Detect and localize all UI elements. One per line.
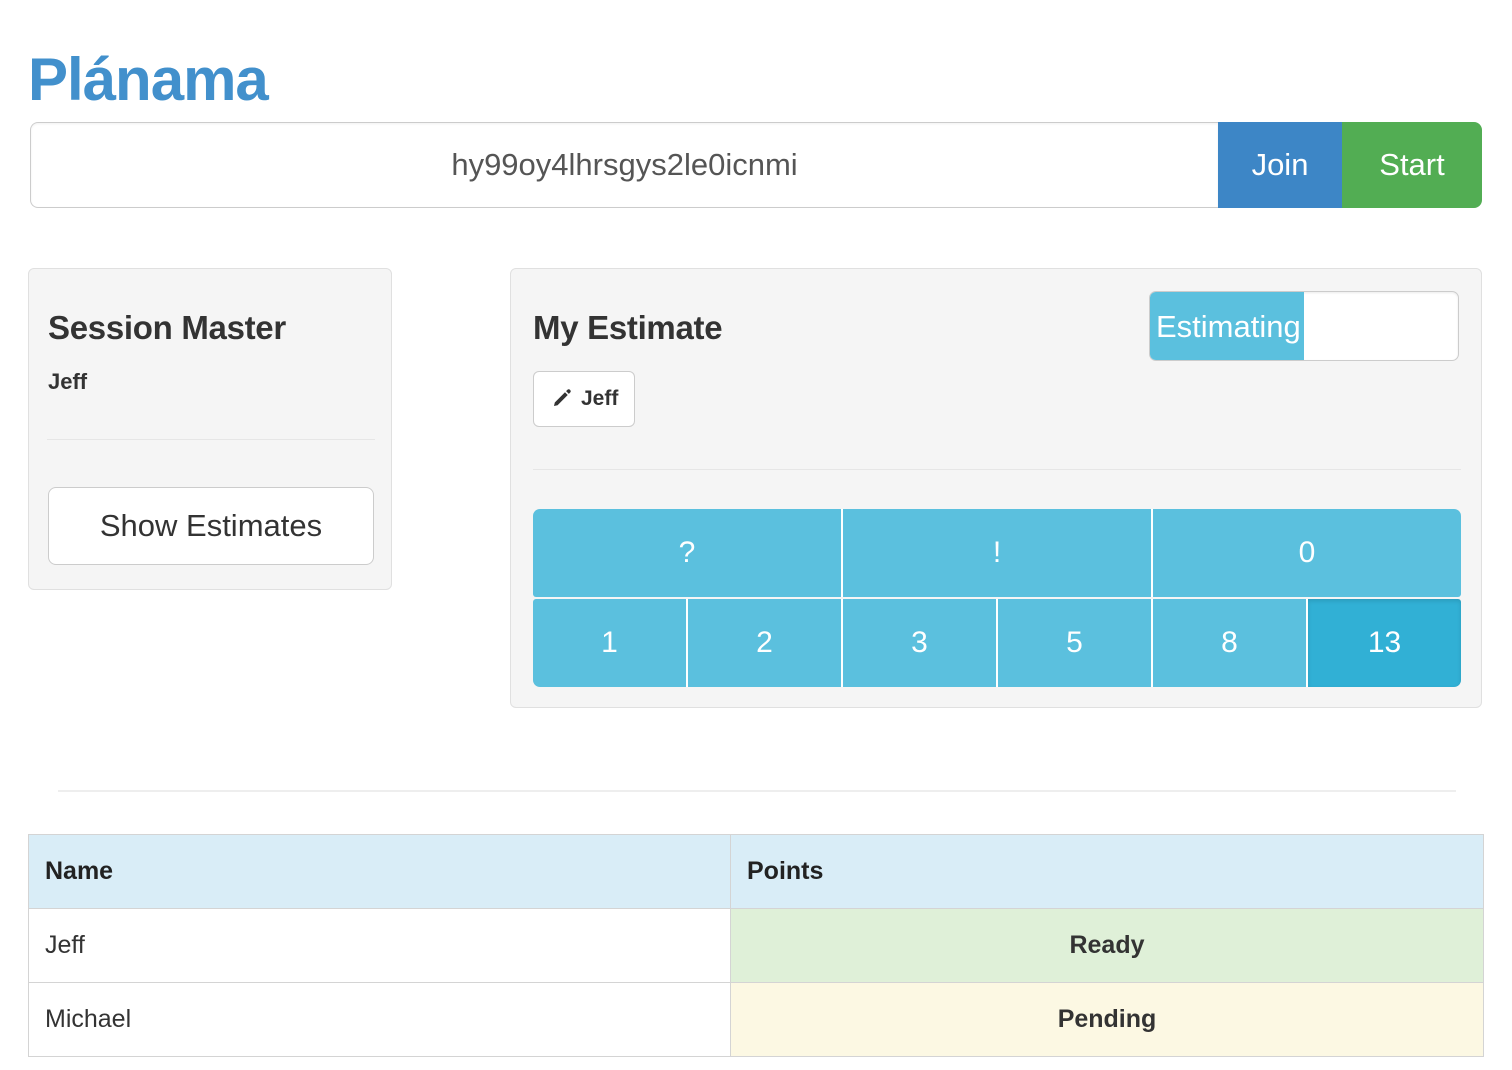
my-estimate-panel: My Estimate Jeff Estimating ?! 0 1 2 3 5 8 13 (510, 268, 1482, 708)
estimate-card-row-1: ?! 0 (533, 509, 1461, 597)
join-button[interactable]: Join (1218, 122, 1342, 208)
roster-table-body: Jeff Ready Michael Pending (28, 908, 1484, 1057)
cell-participant-name: Michael (28, 982, 731, 1057)
estimate-card-5[interactable]: 5 (998, 599, 1153, 687)
section-divider (58, 790, 1456, 792)
estimate-card-?[interactable]: ? (533, 509, 843, 597)
estimate-card-row-2: 1 2 3 5 8 13 (533, 599, 1461, 687)
table-row: Jeff Ready (28, 908, 1484, 983)
column-header-points: Points (730, 834, 1484, 909)
roster-table-wrapper: Name Points Jeff Ready Michael Pending (28, 834, 1484, 1057)
table-row: Michael Pending (28, 982, 1484, 1057)
session-master-panel: Session Master Jeff Show Estimates (28, 268, 392, 590)
table-header-row: Name Points (28, 834, 1484, 909)
session-id-input[interactable] (30, 122, 1218, 208)
status-progress-bar: Estimating (1149, 291, 1459, 361)
cell-participant-points: Ready (730, 908, 1484, 983)
app-root: Plánama Join Start Session Master Jeff S… (0, 0, 1512, 1070)
cell-participant-name: Jeff (28, 908, 731, 983)
estimate-card-3[interactable]: 3 (843, 599, 998, 687)
divider (47, 439, 375, 440)
my-estimate-heading: My Estimate (533, 309, 723, 346)
session-input-group: Join Start (30, 122, 1482, 208)
estimate-cards: ?! 0 1 2 3 5 8 13 (533, 509, 1461, 687)
status-badge: Estimating (1156, 308, 1301, 344)
estimate-card-13[interactable]: 13 (1308, 599, 1461, 687)
start-button[interactable]: Start (1342, 122, 1482, 208)
session-master-name: Jeff (48, 369, 88, 394)
show-estimates-button[interactable]: Show Estimates (48, 487, 374, 565)
estimate-card-8[interactable]: 8 (1153, 599, 1308, 687)
estimate-card-![interactable]: ! (843, 509, 1153, 597)
column-header-name: Name (28, 834, 731, 909)
roster-table: Name Points Jeff Ready Michael Pending (28, 834, 1484, 1057)
estimate-card-2[interactable]: 2 (688, 599, 843, 687)
session-master-heading: Session Master (48, 309, 286, 346)
pencil-icon (550, 388, 572, 410)
status-progress-fill: Estimating (1150, 292, 1304, 360)
estimate-card-1[interactable]: 1 (533, 599, 688, 687)
roster-table-head: Name Points (28, 834, 1484, 909)
page-title: Plánama (28, 46, 269, 114)
divider (533, 469, 1461, 470)
change-name-button[interactable]: Jeff (533, 371, 636, 427)
estimate-card-0[interactable]: 0 (1153, 509, 1461, 597)
change-name-label: Jeff (581, 387, 619, 410)
cell-participant-points: Pending (730, 982, 1484, 1057)
